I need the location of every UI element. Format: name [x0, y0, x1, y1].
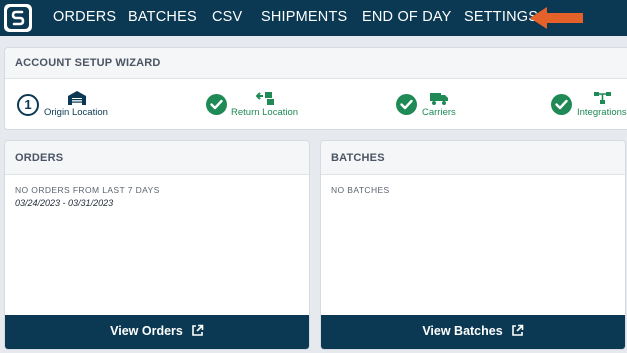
step-number-badge: 1: [17, 94, 39, 116]
nav-shipments[interactable]: SHIPMENTS: [261, 9, 347, 25]
step-return-location[interactable]: Return Location: [231, 107, 298, 118]
nav-batches[interactable]: BATCHES: [128, 9, 197, 25]
batches-empty-note: NO BATCHES: [331, 185, 390, 195]
orders-card-title: ORDERS: [15, 152, 64, 164]
batches-card: BATCHES NO BATCHES View Batches: [320, 140, 626, 350]
nav-orders[interactable]: ORDERS: [53, 9, 116, 25]
truck-icon: [430, 93, 448, 105]
wizard-title: ACCOUNT SETUP WIZARD: [15, 57, 161, 69]
return-box-icon: [256, 92, 274, 105]
top-nav: ORDERS BATCHES CSV SHIPMENTS END OF DAY …: [0, 0, 627, 36]
account-setup-wizard: ACCOUNT SETUP WIZARD 1 Origin Location R…: [4, 47, 627, 130]
external-link-icon: [511, 324, 523, 336]
view-orders-label: View Orders: [110, 324, 183, 338]
pointer-arrow-icon: [530, 7, 583, 29]
step-complete-check-icon: [551, 94, 572, 115]
integrations-icon: [594, 92, 611, 104]
batches-card-title: BATCHES: [331, 152, 385, 164]
logo-icon: [7, 7, 29, 29]
view-batches-button[interactable]: View Batches: [321, 315, 625, 349]
nav-end-of-day[interactable]: END OF DAY: [362, 9, 452, 25]
step-carriers[interactable]: Carriers: [422, 107, 456, 118]
step-complete-check-icon: [206, 94, 227, 115]
step-complete-check-icon: [396, 94, 417, 115]
orders-card: ORDERS NO ORDERS FROM LAST 7 DAYS 03/24/…: [4, 140, 310, 350]
nav-csv[interactable]: CSV: [212, 9, 242, 25]
orders-date-range: 03/24/2023 - 03/31/2023: [15, 198, 114, 208]
step-integrations[interactable]: Integrations: [577, 107, 627, 118]
nav-settings[interactable]: SETTINGS: [464, 9, 538, 25]
warehouse-icon: [68, 91, 86, 105]
orders-empty-note: NO ORDERS FROM LAST 7 DAYS: [15, 185, 160, 195]
app-logo[interactable]: [4, 4, 32, 32]
external-link-icon: [192, 324, 204, 336]
view-batches-label: View Batches: [422, 324, 503, 338]
step-origin-location[interactable]: Origin Location: [44, 107, 108, 118]
view-orders-button[interactable]: View Orders: [5, 315, 309, 349]
